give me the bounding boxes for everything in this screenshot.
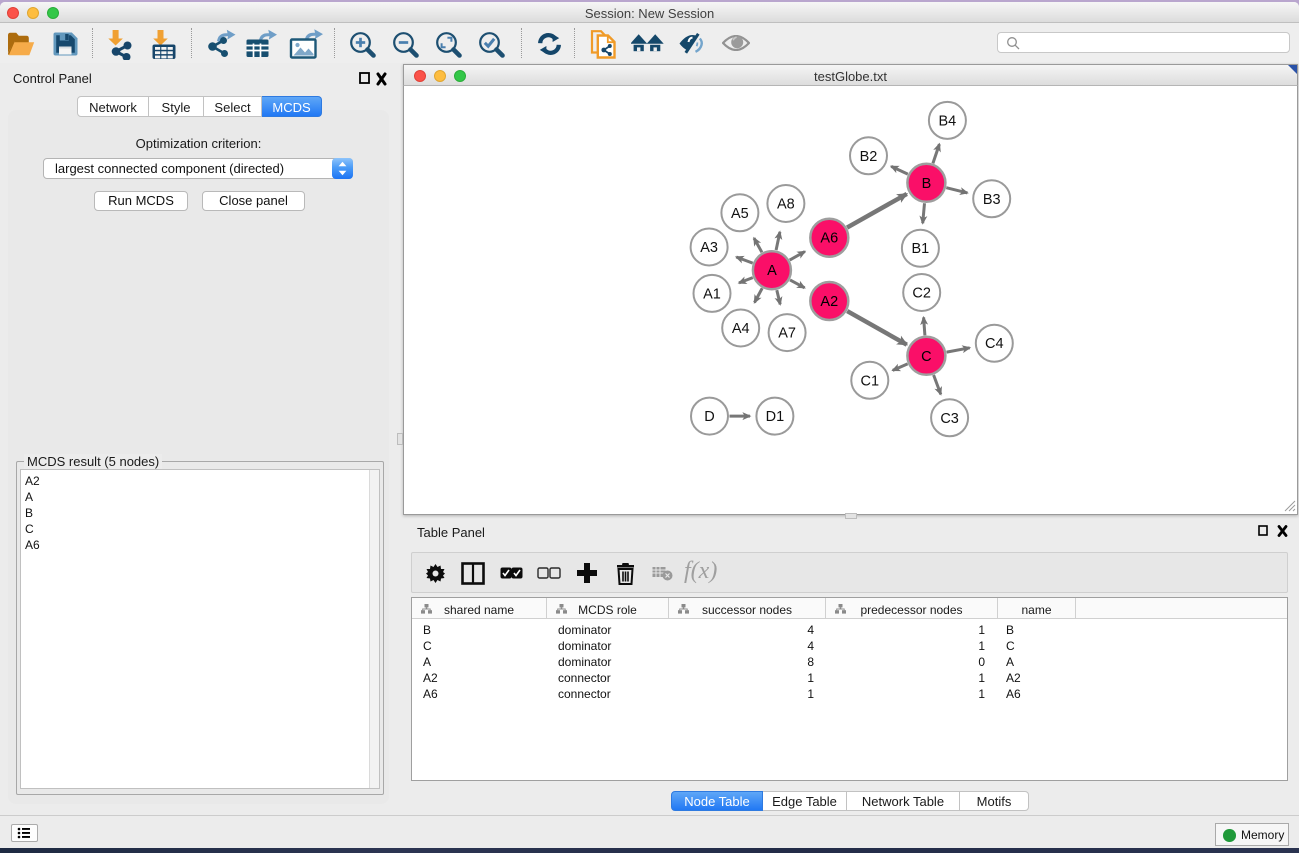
svg-text:C1: C1: [861, 373, 880, 389]
svg-text:B4: B4: [939, 113, 957, 129]
svg-text:B1: B1: [912, 241, 930, 257]
svg-text:A1: A1: [703, 286, 721, 302]
svg-text:A6: A6: [820, 231, 838, 247]
svg-text:A5: A5: [731, 206, 749, 222]
svg-text:C2: C2: [912, 286, 931, 302]
svg-text:C: C: [921, 349, 931, 365]
svg-text:C3: C3: [940, 411, 959, 427]
svg-text:B2: B2: [860, 149, 878, 165]
svg-text:A: A: [767, 263, 777, 279]
svg-text:A4: A4: [732, 321, 750, 337]
svg-text:A2: A2: [820, 294, 838, 310]
svg-text:B: B: [922, 176, 932, 192]
svg-text:C4: C4: [985, 336, 1004, 352]
svg-text:D1: D1: [766, 409, 785, 425]
svg-text:A8: A8: [777, 197, 795, 213]
svg-text:A3: A3: [700, 240, 718, 256]
svg-text:A7: A7: [778, 326, 796, 342]
svg-text:B3: B3: [983, 192, 1001, 208]
svg-text:D: D: [704, 409, 714, 425]
